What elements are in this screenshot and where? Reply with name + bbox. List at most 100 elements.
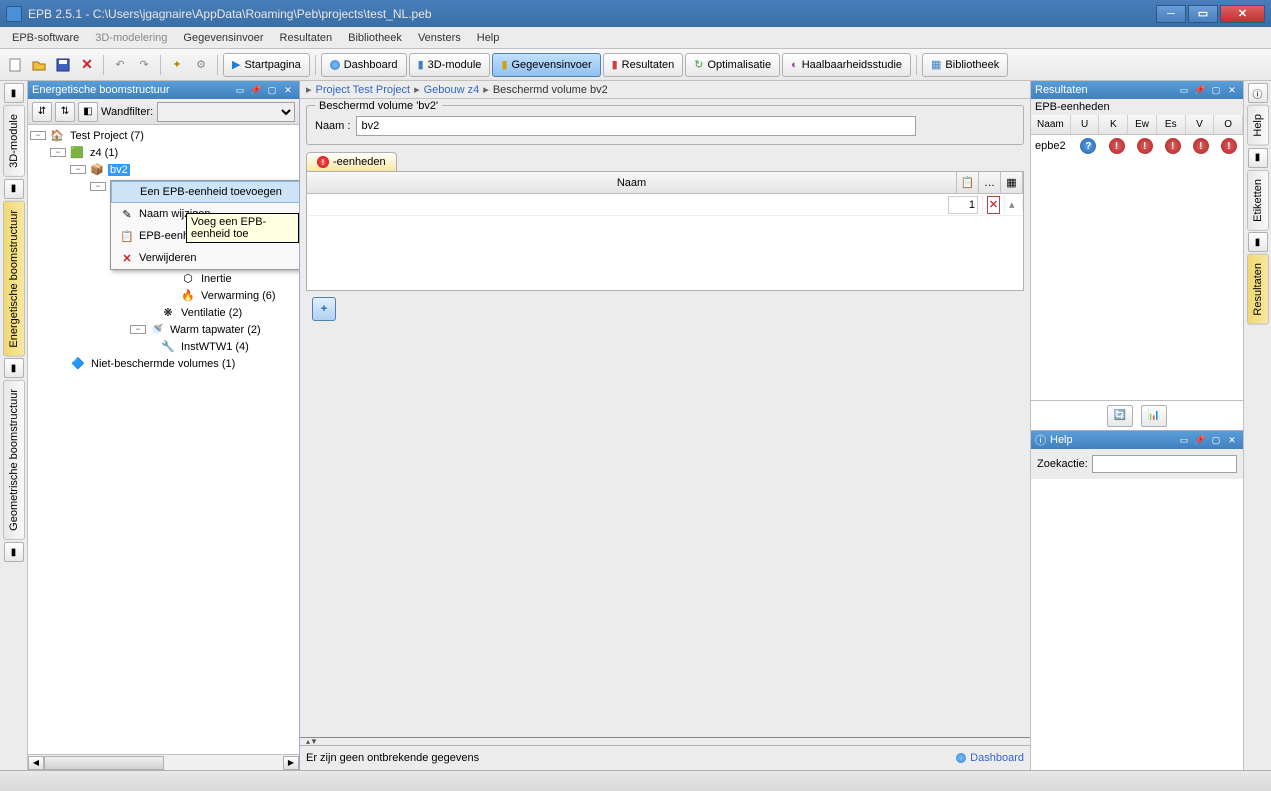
tree-node-z4[interactable]: z4 (1) xyxy=(88,147,120,159)
window-minimize-button[interactable]: ─ xyxy=(1156,5,1186,23)
vtab-energy-tree[interactable]: Energetische boomstructuur xyxy=(3,201,25,357)
scroll-thumb[interactable] xyxy=(44,756,164,770)
row-delete-button[interactable]: ✕ xyxy=(987,196,1000,214)
help-search-input[interactable] xyxy=(1092,455,1237,473)
right-tab-icon-1[interactable]: ⓘ xyxy=(1248,83,1268,103)
breadcrumb-volume[interactable]: Beschermd volume bv2 xyxy=(493,84,608,96)
settings-button[interactable]: ⚙ xyxy=(190,54,212,76)
tree-node-verwarming[interactable]: Verwarming (6) xyxy=(199,290,278,302)
3d-module-button[interactable]: ▮3D-module xyxy=(409,53,491,77)
feasibility-button[interactable]: ◐Haalbaarheidsstudie xyxy=(782,53,911,77)
status-dashboard-link[interactable]: Dashboard xyxy=(956,752,1024,764)
ctx-delete[interactable]: ✕ Verwijderen xyxy=(111,247,299,269)
window-close-button[interactable]: ✕ xyxy=(1220,5,1265,23)
tree-expander[interactable]: − xyxy=(30,131,46,140)
data-input-button[interactable]: ▮Gegevensinvoer xyxy=(492,53,600,77)
panel-close-icon[interactable]: ✕ xyxy=(281,83,295,97)
name-input[interactable] xyxy=(356,116,916,136)
add-row-button[interactable]: + xyxy=(312,297,336,321)
redo-button[interactable]: ↷ xyxy=(133,54,155,76)
scroll-left-button[interactable]: ◀ xyxy=(28,756,44,770)
panel-max-icon[interactable]: ▢ xyxy=(265,83,279,97)
delete-button[interactable]: ✕ xyxy=(76,54,98,76)
row-count-input[interactable] xyxy=(948,196,978,214)
right-tab-icon-2[interactable]: ▮ xyxy=(1248,148,1268,168)
tree-node-warmtap[interactable]: Warm tapwater (2) xyxy=(168,324,263,336)
chart-button[interactable]: 📊 xyxy=(1141,405,1167,427)
left-tab-icon-4[interactable]: ▮ xyxy=(4,542,24,562)
panel-minimize-icon[interactable]: ▭ xyxy=(233,83,247,97)
breadcrumb-project[interactable]: Project Test Project xyxy=(316,84,411,96)
window-maximize-button[interactable]: ▭ xyxy=(1188,5,1218,23)
startpage-button[interactable]: ▶Startpagina xyxy=(223,53,310,77)
right-tab-icon-3[interactable]: ▮ xyxy=(1248,232,1268,252)
tree-node-nietbesch[interactable]: Niet-beschermde volumes (1) xyxy=(89,358,237,370)
col-action3-header[interactable]: ▦ xyxy=(1001,172,1023,193)
panel-pin-icon[interactable]: 📌 xyxy=(1193,83,1207,97)
wall-filter-select[interactable] xyxy=(157,102,295,122)
vtab-help[interactable]: Help xyxy=(1247,105,1269,146)
tree-node-bv2[interactable]: bv2 xyxy=(108,164,130,176)
ctx-add-unit[interactable]: Een EPB-eenheid toevoegen xyxy=(111,181,299,203)
menu-data-input[interactable]: Gegevensinvoer xyxy=(175,29,271,47)
tree-filter-button[interactable]: ◧ xyxy=(78,102,98,122)
menu-library[interactable]: Bibliotheek xyxy=(340,29,410,47)
tree-collapse-button[interactable]: ⇅ xyxy=(55,102,75,122)
menu-results[interactable]: Resultaten xyxy=(272,29,341,47)
panel-pin-icon[interactable]: 📌 xyxy=(1193,433,1207,447)
rcol-u[interactable]: U xyxy=(1071,115,1100,134)
save-button[interactable] xyxy=(52,54,74,76)
results-button[interactable]: ▮Resultaten xyxy=(603,53,684,77)
open-button[interactable] xyxy=(28,54,50,76)
rcol-es[interactable]: Es xyxy=(1157,115,1186,134)
rcol-naam[interactable]: Naam xyxy=(1031,115,1071,134)
new-button[interactable] xyxy=(4,54,26,76)
panel-max-icon[interactable]: ▢ xyxy=(1209,83,1223,97)
menu-software[interactable]: EPB-software xyxy=(4,29,87,47)
col-action1-header[interactable]: 📋 xyxy=(957,172,979,193)
tree-node-instwtw[interactable]: InstWTW1 (4) xyxy=(179,341,251,353)
panel-close-icon[interactable]: ✕ xyxy=(1225,83,1239,97)
panel-minimize-icon[interactable]: ▭ xyxy=(1177,433,1191,447)
left-tab-icon-2[interactable]: ▮ xyxy=(4,179,24,199)
rcol-ew[interactable]: Ew xyxy=(1128,115,1157,134)
col-action2-header[interactable]: … xyxy=(979,172,1001,193)
vtab-results[interactable]: Resultaten xyxy=(1247,254,1269,325)
panel-pin-icon[interactable]: 📌 xyxy=(249,83,263,97)
menu-3d-modeling[interactable]: 3D-modelering xyxy=(87,29,175,47)
table-row[interactable]: ✕ ▴ xyxy=(307,194,1023,216)
rcol-v[interactable]: V xyxy=(1186,115,1215,134)
dashboard-button[interactable]: Dashboard xyxy=(321,53,407,77)
library-button[interactable]: ▦Bibliotheek xyxy=(922,53,1008,77)
tree-expander[interactable]: − xyxy=(130,325,146,334)
tree-node-project[interactable]: Test Project (7) xyxy=(68,130,146,142)
results-row[interactable]: epbe2 ? ! ! ! ! ! xyxy=(1031,135,1243,157)
menu-windows[interactable]: Vensters xyxy=(410,29,469,47)
refresh-button[interactable]: 🔄 xyxy=(1107,405,1133,427)
left-tab-icon-1[interactable]: ▮ xyxy=(4,83,24,103)
vtab-geometry-tree[interactable]: Geometrische boomstructuur xyxy=(3,380,25,540)
optimization-button[interactable]: ↻Optimalisatie xyxy=(685,53,780,77)
tree-expander[interactable]: − xyxy=(70,165,86,174)
left-tab-icon-3[interactable]: ▮ xyxy=(4,358,24,378)
menu-help[interactable]: Help xyxy=(469,29,508,47)
rcol-o[interactable]: O xyxy=(1214,115,1243,134)
vtab-3d-module[interactable]: 3D-module xyxy=(3,105,25,177)
vtab-labels[interactable]: Etiketten xyxy=(1247,170,1269,231)
wizard-button[interactable]: ✦ xyxy=(166,54,188,76)
panel-max-icon[interactable]: ▢ xyxy=(1209,433,1223,447)
undo-button[interactable]: ↶ xyxy=(109,54,131,76)
tree-node-inertie[interactable]: Inertie xyxy=(199,273,234,285)
panel-close-icon[interactable]: ✕ xyxy=(1225,433,1239,447)
tree-expander[interactable]: − xyxy=(50,148,66,157)
tree-view[interactable]: −🏠Test Project (7) −🟩z4 (1) −📦bv2 −▫ ⬡In… xyxy=(28,125,299,754)
tree-expand-button[interactable]: ⇵ xyxy=(32,102,52,122)
panel-minimize-icon[interactable]: ▭ xyxy=(1177,83,1191,97)
col-name-header[interactable]: Naam xyxy=(307,172,957,193)
tree-node-ventilatie[interactable]: Ventilatie (2) xyxy=(179,307,244,319)
scroll-right-button[interactable]: ▶ xyxy=(283,756,299,770)
tab-units[interactable]: ! -eenheden xyxy=(306,152,397,171)
tree-hscrollbar[interactable]: ◀ ▶ xyxy=(28,754,299,770)
rcol-k[interactable]: K xyxy=(1099,115,1128,134)
tree-expander[interactable]: − xyxy=(90,182,106,191)
